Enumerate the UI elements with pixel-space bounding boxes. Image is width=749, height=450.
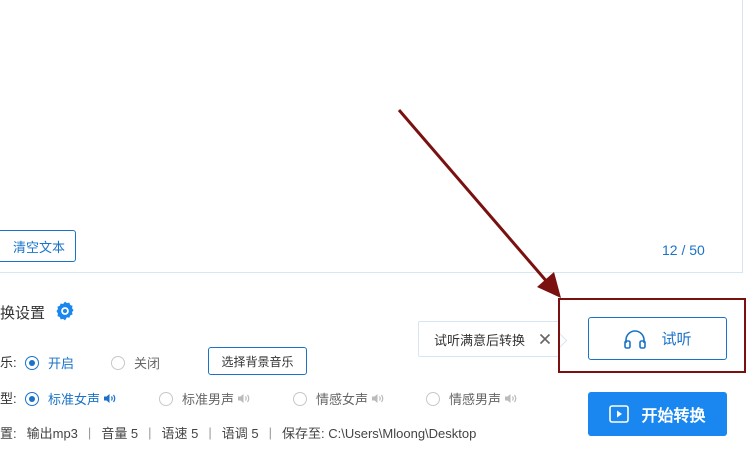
gear-icon[interactable]	[54, 300, 76, 322]
radio-dot	[111, 355, 125, 370]
settings-title: 换设置	[0, 305, 46, 322]
voice-option-emotional-female[interactable]: 情感女声	[293, 389, 385, 408]
select-bgm-button[interactable]: 选择背景音乐	[208, 347, 307, 375]
voice-option-standard-male[interactable]: 标准男声	[159, 389, 251, 408]
speed-value: 语速 5	[161, 426, 199, 441]
close-icon[interactable]	[539, 333, 551, 345]
volume-value: 音量 5	[101, 426, 139, 441]
radio-dot	[293, 391, 307, 406]
listen-tooltip: 试听满意后转换	[418, 321, 560, 357]
pitch-value: 语调 5	[221, 426, 259, 441]
radio-dot	[426, 391, 440, 406]
clear-text-label: 清空文本	[12, 239, 65, 255]
start-convert-button[interactable]: 开始转换	[588, 392, 727, 436]
clear-text-button[interactable]: 清空文本	[0, 230, 76, 262]
text-input-area[interactable]	[0, 0, 743, 273]
voice-option-label: 标准男声	[182, 392, 235, 407]
voice-label: 型:	[0, 390, 17, 406]
radio-dot	[25, 391, 39, 406]
play-icon	[609, 405, 630, 423]
speaker-icon[interactable]	[104, 393, 117, 404]
voice-option-label: 情感男声	[449, 392, 502, 407]
headphones-icon	[624, 329, 647, 349]
speaker-icon[interactable]	[372, 393, 385, 404]
format-value: 输出mp3	[26, 426, 78, 441]
radio-dot	[25, 355, 39, 370]
voice-option-emotional-male[interactable]: 情感男声	[426, 389, 518, 408]
voice-row: 型:	[0, 386, 17, 408]
voice-option-standard-female[interactable]: 标准女声	[25, 389, 117, 408]
bgm-label: 乐:	[0, 354, 17, 370]
listen-label: 试听	[661, 331, 692, 348]
bgm-row: 乐:	[0, 350, 17, 372]
speaker-icon[interactable]	[238, 393, 251, 404]
voice-option-label: 标准女声	[48, 392, 101, 407]
bgm-on-radio[interactable]: 开启	[25, 353, 74, 372]
voice-option-label: 情感女声	[316, 392, 369, 407]
output-settings-row: 置: 输出mp3 | 音量 5 | 语速 5 | 语调 5 | 保存至: C:\…	[0, 425, 477, 441]
radio-dot	[159, 391, 173, 406]
character-counter: 12 / 50	[662, 242, 705, 258]
tooltip-text: 试听满意后转换	[434, 332, 526, 348]
bgm-on-label: 开启	[48, 356, 75, 371]
bgm-off-radio[interactable]: 关闭	[111, 353, 160, 372]
start-convert-label: 开始转换	[641, 408, 706, 425]
listen-button[interactable]: 试听	[588, 317, 727, 360]
save-path-value: 保存至: C:\Users\Mloong\Desktop	[282, 426, 477, 441]
output-settings-label: 置:	[0, 426, 17, 441]
bgm-off-label: 关闭	[134, 356, 161, 371]
select-bgm-label: 选择背景音乐	[221, 354, 294, 369]
speaker-icon[interactable]	[505, 393, 518, 404]
